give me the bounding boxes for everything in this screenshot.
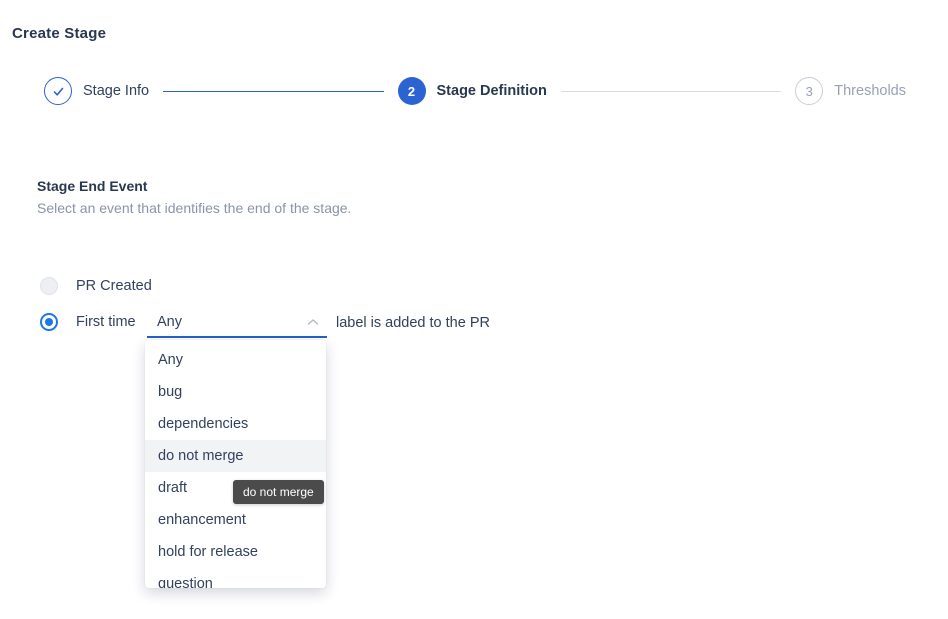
step-stage-definition[interactable]: 2 Stage Definition	[398, 77, 547, 105]
step-label-stage-info: Stage Info	[83, 83, 149, 99]
step-number-circle: 2	[398, 77, 426, 105]
dropdown-option[interactable]: bug	[145, 376, 326, 408]
dropdown-option[interactable]: dependencies	[145, 408, 326, 440]
chevron-up-icon	[307, 318, 319, 326]
step-thresholds[interactable]: 3 Thresholds	[795, 77, 906, 105]
select-value: Any	[157, 314, 307, 330]
dropdown-option[interactable]: hold for release	[145, 536, 326, 568]
section-description: Select an event that identifies the end …	[37, 200, 351, 216]
create-stage-page: Create Stage Stage Info 2 Stage Definiti…	[0, 0, 948, 619]
stepper: Stage Info 2 Stage Definition 3 Threshol…	[44, 77, 906, 105]
radio-label: First time	[76, 313, 136, 331]
tooltip: do not merge	[233, 480, 324, 504]
dropdown-option-highlighted[interactable]: do not merge	[145, 440, 326, 472]
radio-pr-created[interactable]: PR Created	[40, 277, 152, 295]
step-label-stage-definition: Stage Definition	[437, 83, 547, 99]
radio-first-time[interactable]: First time	[40, 313, 136, 331]
page-title: Create Stage	[12, 25, 106, 42]
dropdown-option[interactable]: enhancement	[145, 504, 326, 536]
radio-label: PR Created	[76, 277, 152, 295]
label-dropdown: Any bug dependencies do not merge draft …	[145, 340, 326, 588]
stepper-connector	[163, 91, 383, 92]
label-select[interactable]: Any	[147, 308, 327, 338]
dropdown-option[interactable]: Any	[145, 344, 326, 376]
section-heading: Stage End Event	[37, 178, 147, 194]
select-suffix-text: label is added to the PR	[336, 315, 490, 331]
step-complete-circle	[44, 77, 72, 105]
stepper-connector	[561, 91, 781, 92]
step-number-circle: 3	[795, 77, 823, 105]
radio-circle-unselected	[40, 277, 58, 295]
radio-dot	[45, 318, 53, 326]
step-stage-info[interactable]: Stage Info	[44, 77, 149, 105]
radio-circle-selected	[40, 313, 58, 331]
check-icon	[52, 85, 65, 98]
dropdown-option[interactable]: question	[145, 568, 326, 588]
step-label-thresholds: Thresholds	[834, 83, 906, 99]
